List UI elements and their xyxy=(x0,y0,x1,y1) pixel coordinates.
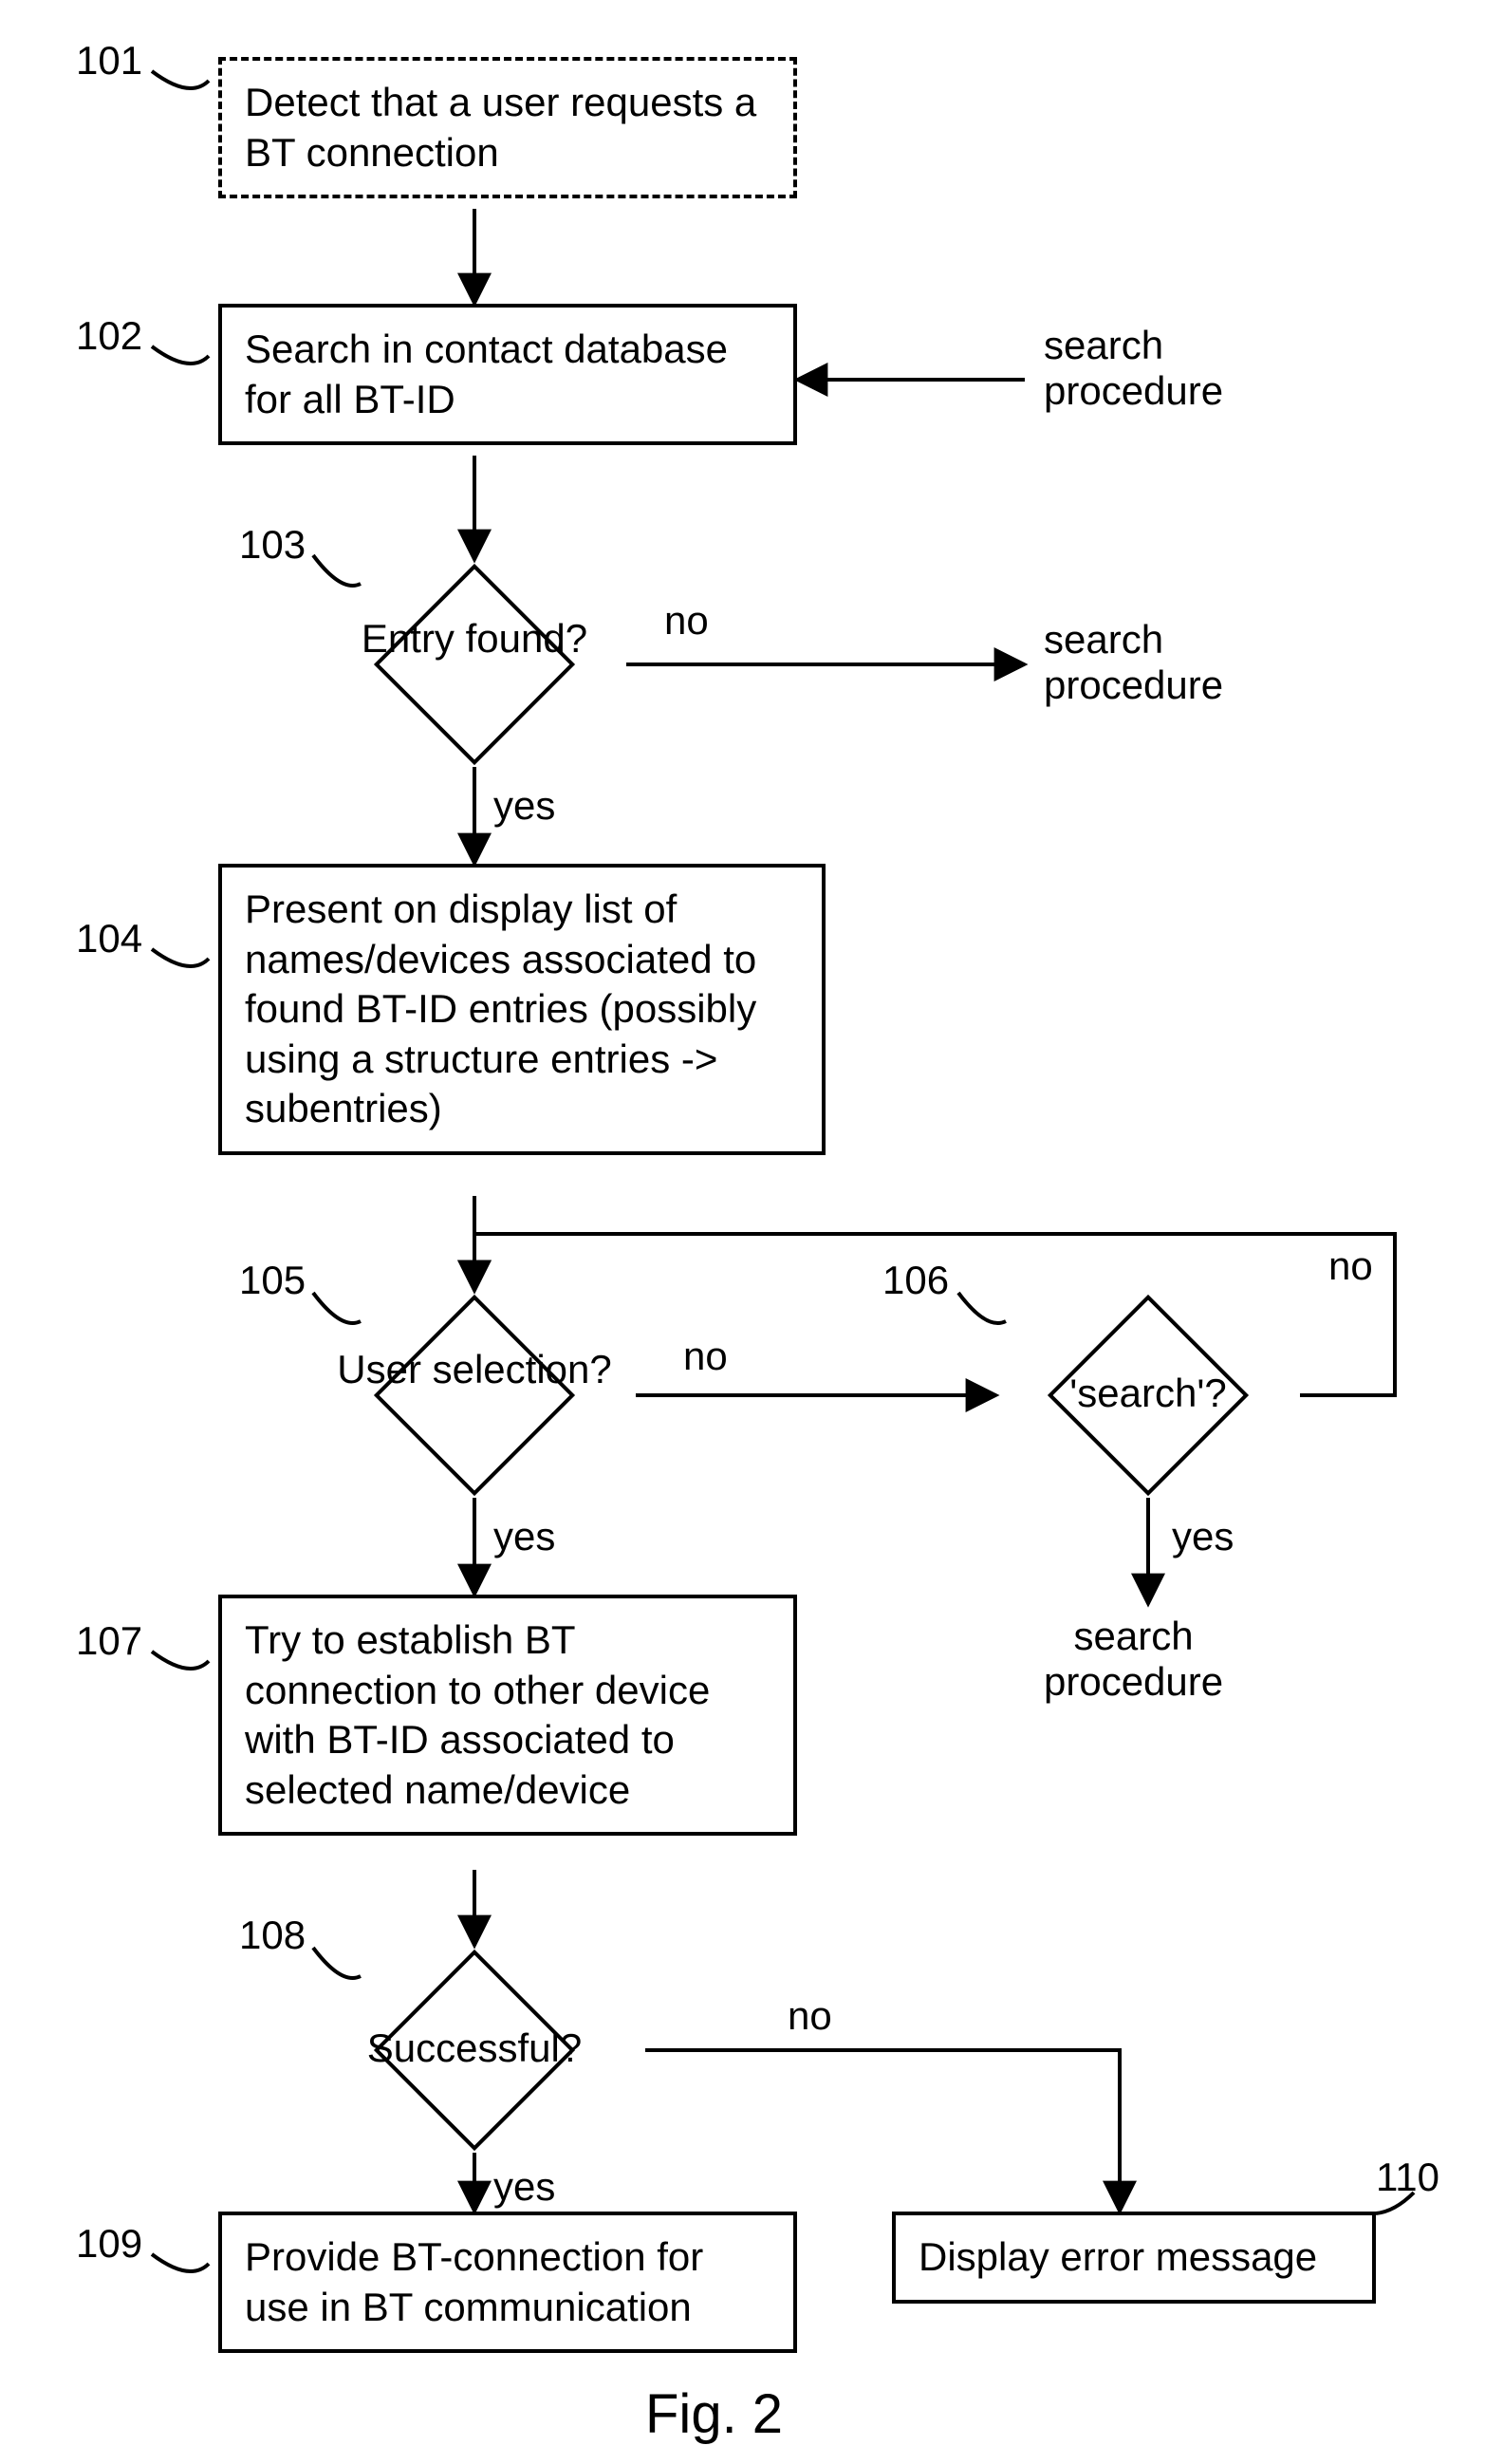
decision-search: 'search'? xyxy=(996,1372,1300,1415)
node-label-101: 101 xyxy=(76,38,142,84)
edge-108-no: no xyxy=(788,1993,832,2039)
node-label-105: 105 xyxy=(239,1258,306,1303)
process-detect-request: Detect that a user requests a BT connect… xyxy=(218,57,797,198)
node-label-104: 104 xyxy=(76,916,142,961)
figure-caption: Fig. 2 xyxy=(645,2382,783,2446)
node-label-106: 106 xyxy=(882,1258,949,1303)
decision-user-selection: User selection? xyxy=(318,1348,631,1391)
edge-103-yes: yes xyxy=(493,783,555,829)
decision-entry-found: Entry found? xyxy=(332,617,617,661)
edge-106-no: no xyxy=(1328,1243,1373,1289)
process-search-db: Search in contact database for all BT-ID xyxy=(218,304,797,445)
process-display-error: Display error message xyxy=(892,2212,1376,2304)
node-label-103: 103 xyxy=(239,522,306,568)
node-label-102: 102 xyxy=(76,313,142,359)
node-label-108: 108 xyxy=(239,1913,306,1958)
node-label-107: 107 xyxy=(76,1618,142,1664)
process-present-list: Present on display list of names/devices… xyxy=(218,864,826,1155)
node-label-109: 109 xyxy=(76,2221,142,2267)
label-search-procedure-3: search procedure xyxy=(1044,1614,1223,1706)
edge-105-yes: yes xyxy=(493,1514,555,1559)
edge-106-yes: yes xyxy=(1172,1514,1234,1559)
decision-successful: Successful? xyxy=(304,2026,645,2070)
edge-108-yes: yes xyxy=(493,2164,555,2210)
process-try-establish: Try to establish BT connection to other … xyxy=(218,1595,797,1836)
edge-103-no: no xyxy=(664,598,709,644)
process-provide-connection: Provide BT-connection for use in BT comm… xyxy=(218,2212,797,2353)
edge-105-no: no xyxy=(683,1334,728,1379)
node-label-110: 110 xyxy=(1376,2155,1439,2200)
label-search-procedure-2: search procedure xyxy=(1044,617,1223,709)
label-search-procedure-1: search procedure xyxy=(1044,323,1223,415)
